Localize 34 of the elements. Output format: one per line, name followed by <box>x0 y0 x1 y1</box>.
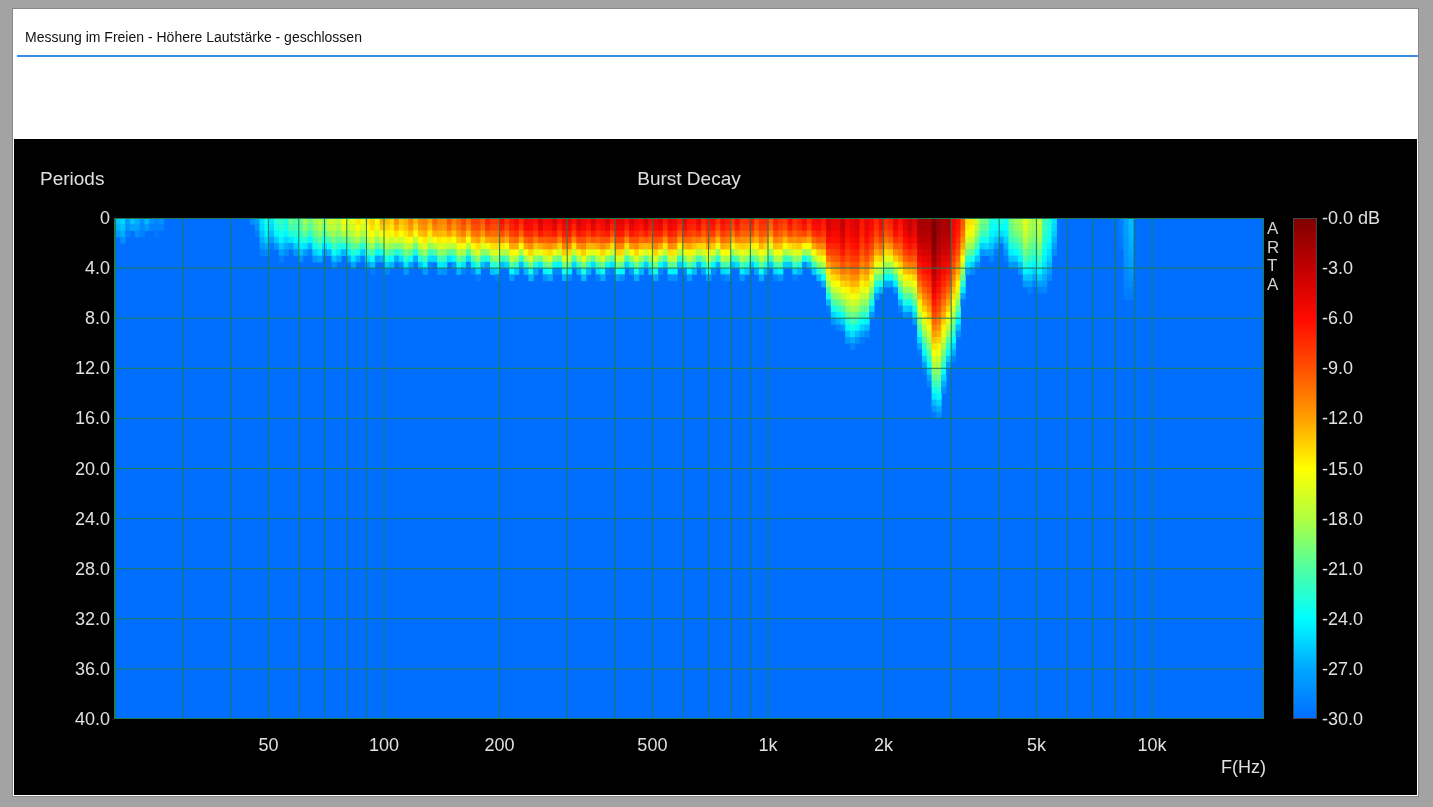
y-tick-label: 24.0 <box>74 508 110 530</box>
color-scale-label: -0.0 dB <box>1322 207 1381 229</box>
x-tick-label: 2k <box>874 735 894 756</box>
y-tick-label: 4.0 <box>84 257 110 279</box>
color-scale-label: -9.0 <box>1322 357 1354 379</box>
x-tick-label: 200 <box>484 735 515 756</box>
color-scale-label: -6.0 <box>1322 307 1354 329</box>
y-tick-label: 40.0 <box>74 708 110 730</box>
y-tick-label: 12.0 <box>74 357 110 379</box>
y-axis-label: Periods <box>39 168 106 190</box>
x-tick-label: 5k <box>1026 735 1046 756</box>
color-scale-label: -27.0 <box>1322 658 1364 680</box>
y-tick-label: 16.0 <box>74 407 110 429</box>
y-tick-label: 8.0 <box>84 307 110 329</box>
x-tick-label: 100 <box>369 735 399 756</box>
x-tick-label: 50 <box>258 735 279 756</box>
x-tick-label: 1k <box>758 735 778 756</box>
y-tick-label: 28.0 <box>74 558 110 580</box>
chart-title: Burst Decay <box>636 168 742 190</box>
x-tick-label: 10k <box>1137 735 1167 756</box>
color-scale-label: -24.0 <box>1322 608 1364 630</box>
color-scale-label: -21.0 <box>1322 558 1364 580</box>
y-tick-label: 32.0 <box>74 608 110 630</box>
y-tick-label: 36.0 <box>74 658 110 680</box>
color-scale-label: -12.0 <box>1322 407 1364 429</box>
y-tick-label: 0 <box>100 207 110 229</box>
color-scale-label: -18.0 <box>1322 508 1364 530</box>
color-scale-label: -15.0 <box>1322 458 1364 479</box>
y-tick-label: 20.0 <box>74 458 110 479</box>
x-tick-label: 500 <box>637 735 668 756</box>
x-axis-label: F(Hz) <box>1221 757 1266 778</box>
side-label: ARTA <box>1267 220 1281 295</box>
color-scale-label: -3.0 <box>1322 257 1354 279</box>
color-scale-label: -30.0 <box>1322 708 1364 730</box>
